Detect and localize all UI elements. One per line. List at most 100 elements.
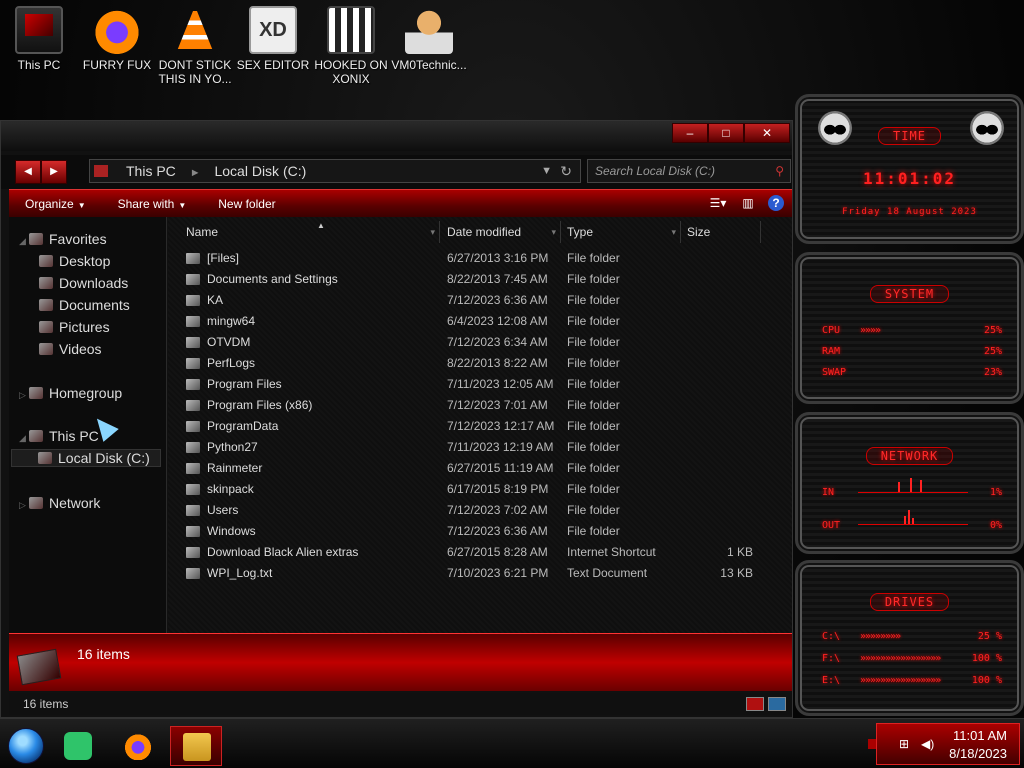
preview-pane-icon[interactable]: ▥: [738, 193, 758, 213]
taskbar-notes-app[interactable]: [56, 726, 100, 766]
change-view-icon[interactable]: ☰▾: [708, 193, 728, 213]
file-row[interactable]: PerfLogs 8/22/2013 8:22 AM File folder: [168, 353, 792, 374]
column-header-name[interactable]: ▲ Name ▾: [180, 221, 440, 243]
file-row[interactable]: Program Files 7/11/2023 12:05 AM File fold…: [168, 374, 792, 395]
nav-desktop[interactable]: Desktop: [39, 253, 110, 269]
title-bar[interactable]: – □ ✕: [1, 121, 792, 151]
nav-network[interactable]: ▷ Network: [19, 495, 100, 511]
help-icon[interactable]: ?: [768, 195, 784, 211]
volume-icon[interactable]: ◀): [921, 737, 934, 751]
share-with-button[interactable]: Share with ▼: [102, 197, 203, 211]
folder-icon: [186, 316, 200, 327]
file-row[interactable]: skinpack 6/17/2015 8:19 PM File folder: [168, 479, 792, 500]
search-icon[interactable]: ⚲: [775, 160, 784, 182]
file-type: File folder: [567, 335, 620, 349]
firefox-icon: [124, 732, 152, 760]
file-type: File folder: [567, 293, 620, 307]
breadcrumb-this-pc[interactable]: This PC: [126, 163, 176, 179]
file-type: File folder: [567, 461, 620, 475]
large-icons-view-icon[interactable]: [768, 697, 786, 711]
desktop-icon-vlc[interactable]: DONT STICK THIS IN YO...: [156, 6, 234, 86]
desktop-icon-xonix[interactable]: HOOKED ON XONIX: [312, 6, 390, 86]
file-row[interactable]: WPI_Log.txt 7/10/2023 6:21 PM Text Documen…: [168, 563, 792, 584]
address-bar[interactable]: This PC ► Local Disk (C:) ▼ ↻: [89, 159, 581, 183]
maximize-button[interactable]: □: [708, 123, 744, 143]
nav-favorites[interactable]: ◢ Favorites: [19, 231, 107, 247]
nav-local-disk[interactable]: Local Disk (C:): [11, 449, 161, 467]
drive-icon: [38, 452, 52, 464]
file-type: Internet Shortcut: [567, 545, 656, 559]
network-tray-icon[interactable]: ⊞: [899, 737, 909, 751]
desktop-icon: [39, 255, 53, 267]
file-list: ▲ Name ▾ Date modified ▾ Type ▾ Size [Files]…: [168, 217, 792, 633]
file-date: 8/22/2013 7:45 AM: [447, 272, 548, 286]
file-row[interactable]: OTVDM 7/12/2023 6:34 AM File folder: [168, 332, 792, 353]
system-title: SYSTEM: [869, 285, 950, 303]
desktop-icon-this-pc[interactable]: This PC: [0, 6, 78, 72]
file-name: WPI_Log.txt: [207, 566, 273, 580]
text-file-icon: [186, 568, 200, 579]
column-header-date[interactable]: Date modified ▾: [441, 221, 561, 243]
file-date: 7/12/2023 7:02 AM: [447, 503, 548, 517]
nav-videos[interactable]: Videos: [39, 341, 102, 357]
videos-icon: [39, 343, 53, 355]
desktop-icon-furry-fux[interactable]: FURRY FUX: [78, 6, 156, 72]
file-name: Rainmeter: [207, 461, 263, 475]
nav-this-pc[interactable]: ◢ This PC: [19, 428, 99, 444]
network-in-graph: [858, 477, 968, 493]
refresh-icon[interactable]: ↻: [560, 160, 572, 182]
nav-documents[interactable]: Documents: [39, 297, 130, 313]
desktop-icon-label: FURRY FUX: [82, 58, 152, 72]
tray-date[interactable]: 8/18/2023: [949, 746, 1007, 761]
folder-icon: [186, 295, 200, 306]
file-date: 7/12/2023 6:36 AM: [447, 524, 548, 538]
folder-icon: [186, 442, 200, 453]
details-view-icon[interactable]: [746, 697, 764, 711]
file-row[interactable]: Windows 7/12/2023 6:36 AM File folder: [168, 521, 792, 542]
file-row[interactable]: Download Black Alien extras 6/27/2015 8:2…: [168, 542, 792, 563]
file-row[interactable]: Program Files (x86) 7/12/2023 7:01 AM File…: [168, 395, 792, 416]
file-row[interactable]: [Files] 6/27/2013 3:16 PM File folder: [168, 248, 792, 269]
forward-button[interactable]: ▶: [41, 160, 67, 184]
breadcrumb-local-disk[interactable]: Local Disk (C:): [214, 163, 306, 179]
file-row[interactable]: Documents and Settings 8/22/2013 7:45 AM F…: [168, 269, 792, 290]
file-name: skinpack: [207, 482, 254, 496]
file-name: Documents and Settings: [207, 272, 338, 286]
column-header-type[interactable]: Type ▾: [561, 221, 681, 243]
file-date: 7/12/2023 6:34 AM: [447, 335, 548, 349]
breadcrumb-separator-icon[interactable]: ►: [190, 167, 201, 179]
network-title: NETWORK: [865, 447, 954, 465]
taskbar-file-explorer-app[interactable]: [170, 726, 222, 766]
start-button[interactable]: [8, 728, 44, 764]
back-button[interactable]: ◀: [15, 160, 41, 184]
new-folder-button[interactable]: New folder: [202, 197, 291, 211]
tray-time[interactable]: 11:01 AM: [953, 728, 1007, 743]
file-row[interactable]: KA 7/12/2023 6:36 AM File folder: [168, 290, 792, 311]
desktop-icon-vm0[interactable]: VM0Technic...: [390, 6, 468, 72]
taskbar-firefox-app[interactable]: [116, 726, 160, 766]
chevron-down-icon[interactable]: ▼: [541, 160, 552, 182]
file-type: File folder: [567, 419, 620, 433]
nav-homegroup[interactable]: ▷ Homegroup: [19, 385, 122, 401]
file-name: Download Black Alien extras: [207, 545, 359, 559]
desktop-icon-hex-editor[interactable]: XD SEX EDITOR: [234, 6, 312, 72]
folder-icon: [186, 463, 200, 474]
file-row[interactable]: mingw64 6/4/2023 12:08 AM File folder: [168, 311, 792, 332]
nav-downloads[interactable]: Downloads: [39, 275, 128, 291]
file-row[interactable]: ProgramData 7/12/2023 12:17 AM File folder: [168, 416, 792, 437]
status-item-count: 16 items: [23, 697, 69, 711]
tray-overflow-icon[interactable]: [868, 739, 876, 749]
close-button[interactable]: ✕: [744, 123, 790, 143]
cpu-meter: CPU»»»» 25%: [822, 325, 1002, 336]
column-header-size[interactable]: Size: [681, 221, 761, 243]
doctor-icon: [405, 6, 453, 54]
file-row[interactable]: Rainmeter 6/27/2015 11:19 AM File folder: [168, 458, 792, 479]
file-row[interactable]: Python27 7/11/2023 12:19 AM File folder: [168, 437, 792, 458]
file-name: Program Files: [207, 377, 282, 391]
search-input[interactable]: Search Local Disk (C:) ⚲: [587, 159, 791, 183]
organize-button[interactable]: Organize ▼: [9, 197, 102, 211]
file-row[interactable]: Users 7/12/2023 7:02 AM File folder: [168, 500, 792, 521]
minimize-button[interactable]: –: [672, 123, 708, 143]
shortcut-icon: [186, 547, 200, 558]
nav-pictures[interactable]: Pictures: [39, 319, 110, 335]
